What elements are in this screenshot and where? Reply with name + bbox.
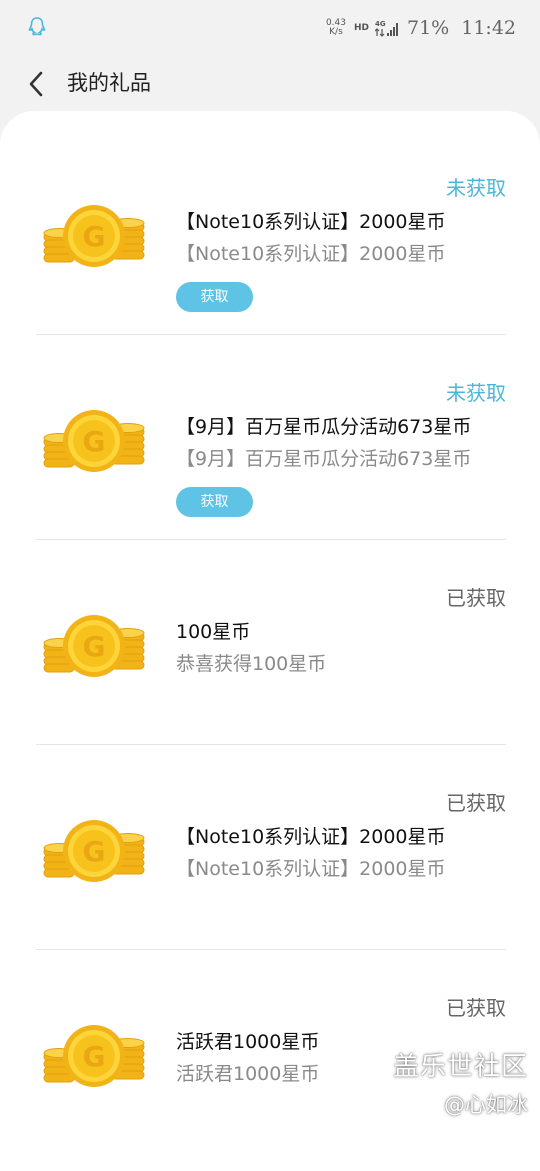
- gift-title: 活跃君1000星币: [176, 1031, 320, 1053]
- gift-status: 已获取: [446, 586, 506, 610]
- signal-4g-icon: 4G: [375, 20, 398, 37]
- watermark-author: @心如冰: [444, 1093, 528, 1117]
- coin-stack-icon: G: [43, 205, 145, 267]
- page-title: 我的礼品: [67, 71, 151, 95]
- coin-stack-icon: G: [43, 615, 145, 677]
- coin-stack-icon: G: [43, 820, 145, 882]
- hd-indicator: HD: [353, 23, 369, 33]
- gift-list: 未获取 G 【Note10系列认证】2000星币 【Note10系列认证】200…: [0, 111, 540, 1171]
- gift-item: 已获取 G 【Note10系列认证】2000星币 【Note10系列认证】200…: [36, 744, 506, 950]
- status-bar: 0.43 K/s HD 4G 71% 11:42: [0, 0, 540, 56]
- back-arrow-icon: [29, 71, 43, 97]
- gift-item: 未获取 G 【9月】百万星币瓜分活动673星币 【9月】百万星币瓜分活动673星…: [36, 334, 506, 540]
- gift-description: 活跃君1000星币: [176, 1063, 320, 1085]
- qq-notification-icon: [28, 17, 46, 36]
- svg-text:G: G: [83, 220, 106, 253]
- gift-status: 已获取: [446, 791, 506, 815]
- gift-status: 未获取: [446, 176, 506, 200]
- coin-stack-icon: G: [43, 410, 145, 472]
- battery-level: 71%: [407, 17, 450, 39]
- clock: 11:42: [461, 17, 516, 39]
- gift-item: 未获取 G 【Note10系列认证】2000星币 【Note10系列认证】200…: [36, 129, 506, 335]
- svg-text:G: G: [83, 425, 106, 458]
- gift-description: 【Note10系列认证】2000星币: [176, 858, 446, 880]
- coin-stack-icon: G: [43, 1025, 145, 1087]
- svg-text:G: G: [83, 1040, 106, 1073]
- svg-text:G: G: [83, 835, 106, 868]
- network-speed: 0.43 K/s: [325, 18, 346, 37]
- gift-title: 100星币: [176, 621, 251, 643]
- community-watermark: 盖乐世社区 @心如冰: [393, 1048, 528, 1122]
- back-button[interactable]: [16, 64, 56, 104]
- svg-text:4G: 4G: [375, 20, 386, 28]
- gift-item: 已获取 G 100星币 恭喜获得100星币: [36, 539, 506, 745]
- gift-status: 未获取: [446, 381, 506, 405]
- watermark-brand: 盖乐世社区: [392, 1052, 528, 1082]
- claim-button[interactable]: 获取: [176, 282, 253, 312]
- gift-description: 【Note10系列认证】2000星币: [176, 243, 446, 265]
- gift-description: 恭喜获得100星币: [176, 653, 327, 675]
- gift-title: 【Note10系列认证】2000星币: [176, 211, 446, 233]
- gift-description: 【9月】百万星币瓜分活动673星币: [176, 448, 472, 470]
- gift-status: 已获取: [446, 996, 506, 1020]
- app-header: 我的礼品: [0, 56, 540, 112]
- svg-text:G: G: [83, 630, 106, 663]
- gift-title: 【9月】百万星币瓜分活动673星币: [176, 416, 472, 438]
- gift-title: 【Note10系列认证】2000星币: [176, 826, 446, 848]
- claim-button[interactable]: 获取: [176, 487, 253, 517]
